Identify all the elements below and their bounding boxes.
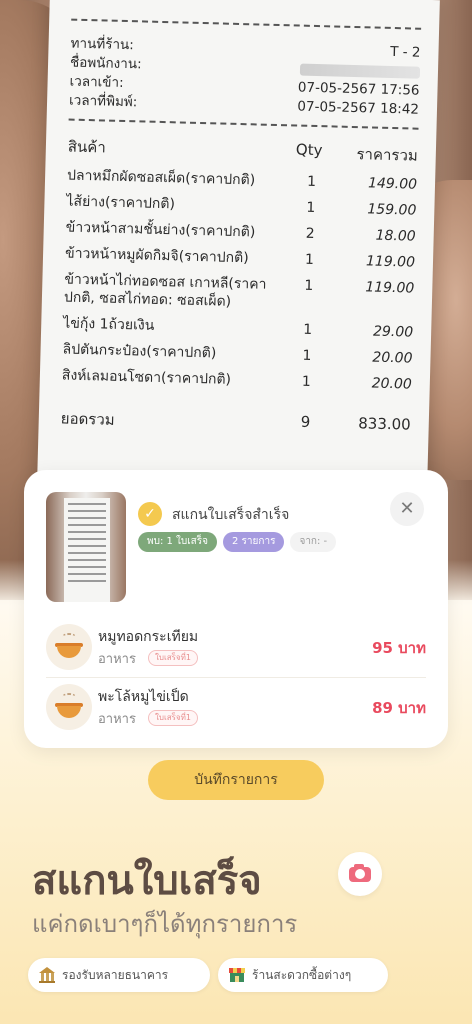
item-name: พะโล้หมูไข่เป็ด [98, 689, 189, 705]
receipt-thumbnail[interactable] [46, 492, 126, 602]
receipt-tag: ใบเสร็จที่1 [148, 710, 198, 726]
item-price: 95 บาท [372, 639, 426, 657]
scan-success-title: สแกนใบเสร็จสำเร็จ [172, 507, 290, 523]
bowl-icon [46, 684, 92, 730]
dashed-divider [68, 118, 419, 130]
item-category: อาหาร [98, 652, 136, 667]
divider [46, 677, 426, 678]
close-button[interactable]: ✕ [390, 492, 424, 526]
check-icon: ✓ [138, 502, 162, 526]
item-price: 89 บาท [372, 699, 426, 717]
headline: สแกนใบเสร็จ [32, 858, 262, 904]
receipt-item-row: ปลาหมึกผัดซอสเผ็ด(ราคาปกติ) 1 149.00 [66, 167, 418, 193]
list-item[interactable]: พะโล้หมูไข่เป็ด อาหาร ใบเสร็จที่1 89 บาท [46, 680, 426, 736]
save-button[interactable]: บันทึกรายการ [148, 760, 324, 800]
camera-icon[interactable] [338, 852, 382, 896]
receipt-items: ปลาหมึกผัดซอสเผ็ด(ราคาปกติ) 1 149.00 ไส้ย่า… [62, 167, 418, 394]
bank-icon [38, 966, 56, 984]
subline: แค่กดเบาๆก็ได้ทุกรายการ [32, 910, 298, 938]
receipt-column-header: สินค้า Qty ราคารวม [67, 137, 419, 165]
store-icon [228, 966, 246, 984]
source-badge: จาก: - [290, 532, 337, 552]
feature-stores-pill: ร้านสะดวกซื้อต่างๆ [218, 958, 388, 992]
receipt-item-row: ลิปตันกระป๋อง(ราคาปกติ) 1 20.00 [62, 341, 413, 367]
item-category: อาหาร [98, 712, 136, 727]
receipt-item-row: ข้าวหน้าหมูผัดกิมจิ(ราคาปกติ) 1 119.00 [64, 245, 416, 271]
feature-banks-pill: รองรับหลายธนาคาร [28, 958, 210, 992]
blurred-staff-name [299, 63, 421, 79]
receipt-count-badge: พบ: 1 ใบเสร็จ [138, 532, 218, 552]
dashed-divider [71, 18, 422, 30]
badge-row: พบ: 1 ใบเสร็จ 2 รายการ จาก: - [138, 532, 337, 552]
receipt-tag: ใบเสร็จที่1 [148, 650, 198, 666]
close-icon: ✕ [399, 498, 415, 519]
item-name: หมูทอดกระเทียม [98, 629, 199, 645]
receipt-total-row: ยอดรวม 9 833.00 [60, 409, 411, 434]
receipt-item-row: ไข่กุ้ง 1ถ้วยเงิน 1 29.00 [63, 315, 414, 341]
scan-result-card: ✓ สแกนใบเสร็จสำเร็จ ✕ พบ: 1 ใบเสร็จ 2 รา… [24, 470, 448, 748]
list-item[interactable]: หมูทอดกระเทียม อาหาร ใบเสร็จที่1 95 บาท [46, 620, 426, 676]
receipt-item-row: ไส้ย่าง(ราคาปกติ) 1 159.00 [66, 193, 417, 219]
item-count-badge: 2 รายการ [223, 532, 285, 552]
receipt-item-row: สิงห์เลมอนโซดา(ราคาปกติ) 1 20.00 [61, 367, 413, 393]
bowl-icon [46, 624, 92, 670]
receipt-item-row: ข้าวหน้าสามชั้นย่าง(ราคาปกติ) 2 18.00 [65, 219, 416, 245]
receipt-item-row: ข้าวหน้าไก่ทอดซอส เกาหลี(ราคาปกติ, ซอสไก… [63, 271, 415, 310]
